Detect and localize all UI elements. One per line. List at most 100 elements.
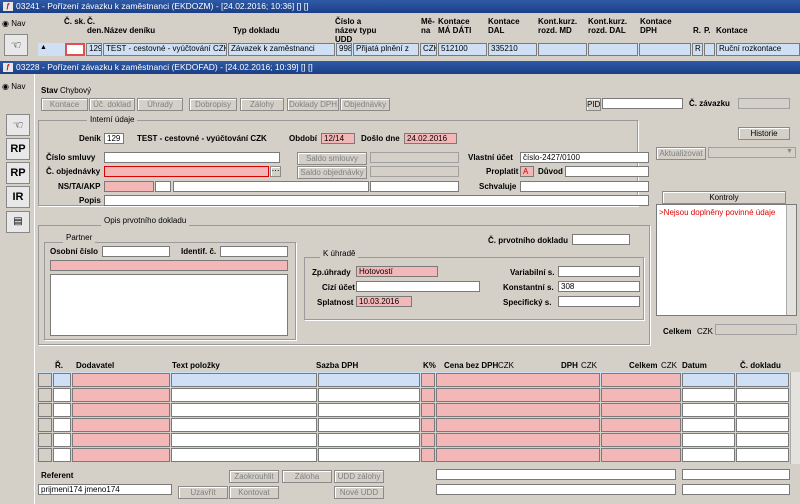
table-cell[interactable]	[171, 388, 317, 402]
konstantni-field[interactable]: 308	[558, 281, 640, 292]
c-zavazku-field[interactable]	[738, 98, 790, 109]
table-cell[interactable]	[436, 418, 600, 432]
kontroly-scrollbar[interactable]	[786, 205, 796, 315]
table-cell[interactable]	[72, 403, 170, 417]
table-cell[interactable]	[72, 448, 170, 462]
table-row[interactable]	[38, 432, 790, 447]
table-cell[interactable]	[318, 418, 420, 432]
specificky-field[interactable]	[558, 296, 640, 307]
table-cell[interactable]	[318, 403, 420, 417]
udd-zalohy-button[interactable]: UDD zálohy	[334, 470, 384, 483]
table-cell[interactable]	[53, 403, 71, 417]
table-cell[interactable]	[318, 448, 420, 462]
doslo-field[interactable]: 24.02.2016	[404, 133, 457, 144]
table-cell[interactable]	[682, 403, 735, 417]
referent-field[interactable]: prijmeni174 jmeno174	[38, 484, 172, 495]
bg-cell-r[interactable]: R	[692, 43, 703, 56]
table-cell[interactable]	[736, 388, 789, 402]
table-cell[interactable]	[601, 403, 681, 417]
table-cell[interactable]	[53, 448, 71, 462]
bg-hand-tool-icon[interactable]: ☜	[4, 34, 28, 56]
ns-field[interactable]	[104, 181, 154, 192]
nav-radio[interactable]: ◉ Nav	[2, 81, 25, 92]
table-cell[interactable]	[601, 373, 681, 387]
vlastni-ucet-field[interactable]: číslo-2427/0100	[520, 152, 649, 163]
table-row[interactable]	[38, 447, 790, 462]
zalohy-button[interactable]: Zálohy	[240, 98, 284, 111]
bg-cell-nazev[interactable]: TEST - cestovné - vyúčtování CZK	[103, 43, 227, 56]
chevron-down-icon[interactable]: ▼	[786, 148, 793, 155]
sum-field-2[interactable]	[436, 484, 676, 495]
saldo-objednavky-field[interactable]	[370, 166, 459, 177]
table-cell[interactable]	[436, 448, 600, 462]
lov-button[interactable]: ⋯	[270, 166, 281, 177]
c-prvotniho-field[interactable]	[572, 234, 630, 245]
popis-field[interactable]	[104, 195, 649, 206]
bg-cell-typ[interactable]: Závazek k zaměstnanci	[228, 43, 335, 56]
bg-cell-kontace[interactable]: Ruční rozkontace	[716, 43, 800, 56]
bg-cell-cden[interactable]: 129	[86, 43, 102, 56]
items-scrollbar[interactable]	[790, 372, 800, 464]
saldo-smlouvy-field[interactable]	[370, 152, 459, 163]
variabilni-field[interactable]	[558, 266, 640, 277]
tool-rp-2[interactable]: RP	[6, 162, 30, 184]
bg-cell-udd-num[interactable]: 998	[336, 43, 352, 56]
table-cell[interactable]	[736, 418, 789, 432]
table-cell[interactable]	[318, 373, 420, 387]
kontace-button[interactable]: Kontace	[41, 98, 88, 111]
table-row[interactable]	[38, 372, 790, 387]
table-cell[interactable]	[436, 373, 600, 387]
pid-field[interactable]	[602, 98, 683, 109]
table-cell[interactable]	[601, 448, 681, 462]
table-cell[interactable]	[436, 403, 600, 417]
ta-field[interactable]	[155, 181, 171, 192]
table-cell[interactable]	[436, 388, 600, 402]
table-cell[interactable]	[736, 433, 789, 447]
denik-num-field[interactable]: 129	[104, 133, 124, 144]
bg-cell-krdal[interactable]	[588, 43, 638, 56]
partner-name-field[interactable]	[50, 260, 288, 271]
table-cell[interactable]	[682, 388, 735, 402]
celkem-field[interactable]	[715, 324, 797, 335]
duvod-field[interactable]	[565, 166, 649, 177]
sum-field-3[interactable]	[682, 469, 790, 480]
akp-field[interactable]	[173, 181, 369, 192]
kontroly-button[interactable]: Kontroly	[662, 191, 786, 204]
table-cell[interactable]	[601, 433, 681, 447]
table-cell[interactable]	[421, 388, 435, 402]
document-tool-icon[interactable]: ▤	[6, 211, 30, 233]
cislo-smlouvy-field[interactable]	[104, 152, 280, 163]
historie-button[interactable]: Historie	[738, 127, 790, 140]
saldo-smlouvy-button[interactable]: Saldo smlouvy	[297, 152, 367, 165]
saldo-objednavky-button[interactable]: Saldo objednávky	[297, 166, 367, 179]
table-cell[interactable]	[682, 448, 735, 462]
identif-field[interactable]	[220, 246, 288, 257]
splatnost-field[interactable]: 10.03.2016	[356, 296, 412, 307]
hand-tool-icon[interactable]: ☜	[6, 114, 30, 136]
table-cell[interactable]	[53, 418, 71, 432]
table-cell[interactable]	[421, 433, 435, 447]
table-cell[interactable]	[53, 373, 71, 387]
table-cell[interactable]	[171, 448, 317, 462]
schvaluje-field[interactable]	[520, 181, 649, 192]
table-cell[interactable]	[682, 418, 735, 432]
table-cell[interactable]	[682, 373, 735, 387]
bg-cell-md[interactable]: 512100	[438, 43, 487, 56]
table-cell[interactable]	[72, 433, 170, 447]
table-cell[interactable]	[53, 433, 71, 447]
bg-cell-udd-name[interactable]: Přijatá plnění z	[353, 43, 419, 56]
zaokrouhlit-button[interactable]: Zaokrouhlit	[229, 470, 279, 483]
tool-rp-1[interactable]: RP	[6, 138, 30, 160]
table-row[interactable]	[38, 417, 790, 432]
table-row[interactable]	[38, 402, 790, 417]
table-row[interactable]	[38, 387, 790, 402]
obdobi-field[interactable]: 12/14	[321, 133, 355, 144]
table-cell[interactable]	[601, 418, 681, 432]
table-cell[interactable]	[682, 433, 735, 447]
dobropisy-button[interactable]: Dobropisy	[189, 98, 237, 111]
table-cell[interactable]	[436, 433, 600, 447]
aktualizovat-button[interactable]: Aktualizovat	[656, 147, 706, 160]
table-cell[interactable]	[72, 418, 170, 432]
table-cell[interactable]	[421, 448, 435, 462]
bg-cell-mena[interactable]: CZK	[420, 43, 437, 56]
